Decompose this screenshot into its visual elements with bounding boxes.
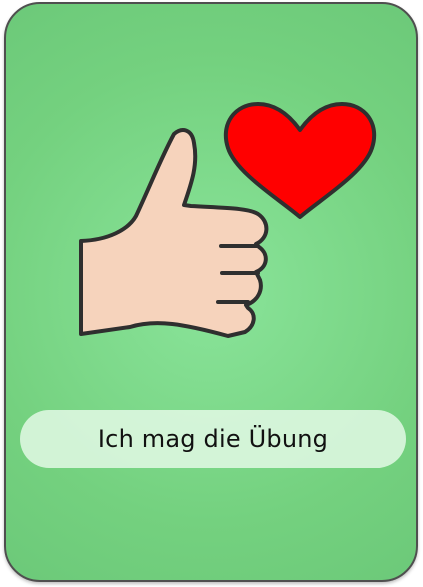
like-exercise-card[interactable]: Ich mag die Übung [4,2,418,582]
card-label: Ich mag die Übung [97,425,329,453]
label-pill: Ich mag die Übung [20,410,406,468]
heart-icon [223,102,377,219]
thumbs-up-heart-illustration [79,102,377,338]
